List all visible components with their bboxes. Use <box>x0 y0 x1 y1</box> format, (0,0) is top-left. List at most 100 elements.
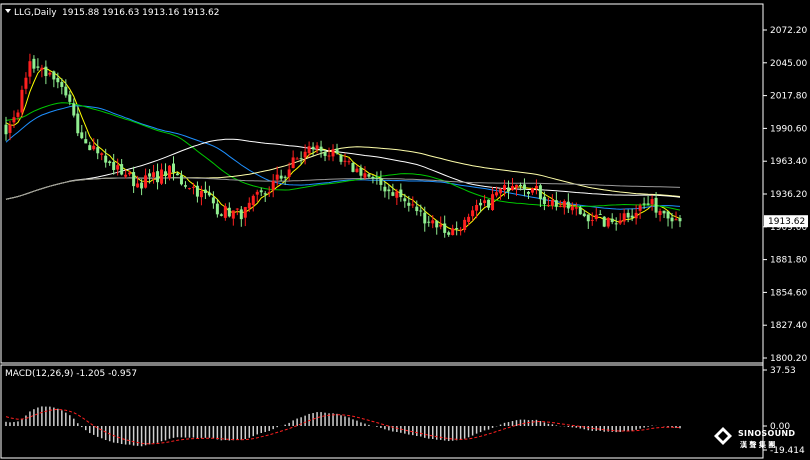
candle <box>550 194 554 210</box>
candle <box>435 220 439 235</box>
candle-body <box>44 66 48 77</box>
candle <box>203 181 207 200</box>
candle <box>239 206 243 227</box>
candle-body <box>231 210 235 219</box>
candle-body <box>128 172 132 175</box>
candle-body <box>674 219 678 221</box>
candle <box>586 214 590 229</box>
candle <box>219 213 223 217</box>
candle-body <box>634 212 638 219</box>
candle-body <box>4 124 8 135</box>
candle <box>371 175 375 184</box>
logo-text: SINOSOUND <box>738 429 795 438</box>
candle-body <box>491 194 495 210</box>
candle <box>566 193 570 214</box>
candle-body <box>12 117 16 123</box>
candle <box>52 70 56 88</box>
candle-body <box>247 202 251 209</box>
candle <box>231 210 235 226</box>
candle <box>243 206 247 227</box>
candle-body <box>383 186 387 192</box>
candle <box>487 199 491 211</box>
candle <box>411 196 415 208</box>
candle-body <box>642 203 646 205</box>
candle-body <box>562 200 566 208</box>
candle <box>451 224 455 236</box>
candle-body <box>235 208 239 210</box>
candle-body <box>319 146 323 152</box>
candle <box>634 204 638 225</box>
candle-body <box>582 213 586 217</box>
candle <box>522 178 526 197</box>
candle <box>443 215 447 238</box>
candle-body <box>443 223 447 233</box>
candle-body <box>511 186 514 191</box>
candle-body <box>598 213 602 215</box>
candle <box>80 124 84 140</box>
candle-body <box>331 149 335 157</box>
candle-body <box>542 196 546 205</box>
candle-body <box>191 186 195 188</box>
candle-body <box>415 206 419 212</box>
candle-body <box>172 163 175 173</box>
candle-body <box>279 175 283 179</box>
candle <box>626 209 630 223</box>
candle-body <box>263 193 267 195</box>
candle-body <box>363 173 367 178</box>
candle-body <box>626 212 630 218</box>
candle-body <box>52 71 56 80</box>
candle-body <box>140 182 144 189</box>
candle-body <box>295 158 299 160</box>
candle <box>267 186 271 197</box>
candle <box>179 170 183 186</box>
price-axis: 2072.20 2045.00 2017.80 1990.60 1963.40 1936.… <box>763 26 807 364</box>
candle-body <box>56 78 60 83</box>
dropdown-arrow-icon[interactable] <box>5 9 11 13</box>
candle <box>363 166 367 180</box>
candle-body <box>283 176 287 178</box>
candle-body <box>108 161 112 164</box>
candle <box>526 190 530 200</box>
candle <box>36 58 40 71</box>
logo-chinese-text: 漢 聲 集 團 <box>740 440 775 449</box>
y-tick-label: 1800.20 <box>770 354 807 364</box>
candle <box>347 158 351 165</box>
candle-body <box>347 161 351 163</box>
candle <box>606 217 610 229</box>
candle <box>152 164 156 184</box>
candle-body <box>387 189 391 192</box>
candle-body <box>291 157 295 169</box>
candle-body <box>431 220 435 224</box>
y-tick-label: 1990.60 <box>770 124 807 134</box>
candle-body <box>68 94 72 102</box>
macd-tick-top: 37.53 <box>770 366 796 376</box>
candle <box>387 184 391 200</box>
candle <box>207 185 211 197</box>
candle-body <box>116 165 120 170</box>
candle <box>594 207 598 222</box>
candle-body <box>287 169 291 177</box>
candle-body <box>136 183 140 188</box>
candle <box>658 208 662 222</box>
candle-body <box>554 200 558 207</box>
candle-body <box>499 189 503 194</box>
candle-body <box>124 174 128 177</box>
candle <box>48 71 52 77</box>
candle-body <box>594 214 598 220</box>
candle-body <box>8 124 12 133</box>
candle <box>120 158 124 176</box>
candle-body <box>351 163 355 172</box>
candle-body <box>311 146 315 150</box>
candle-body <box>487 199 491 208</box>
candle-body <box>475 205 479 211</box>
candle <box>618 213 622 225</box>
candle-body <box>271 180 275 191</box>
candle <box>459 227 463 236</box>
candle-body <box>203 189 207 194</box>
candle <box>168 165 172 181</box>
y-tick-label: 2072.20 <box>770 26 807 36</box>
candle <box>160 163 164 185</box>
candle-body <box>28 61 32 77</box>
candle-body <box>662 210 666 214</box>
candle-body <box>371 176 375 179</box>
